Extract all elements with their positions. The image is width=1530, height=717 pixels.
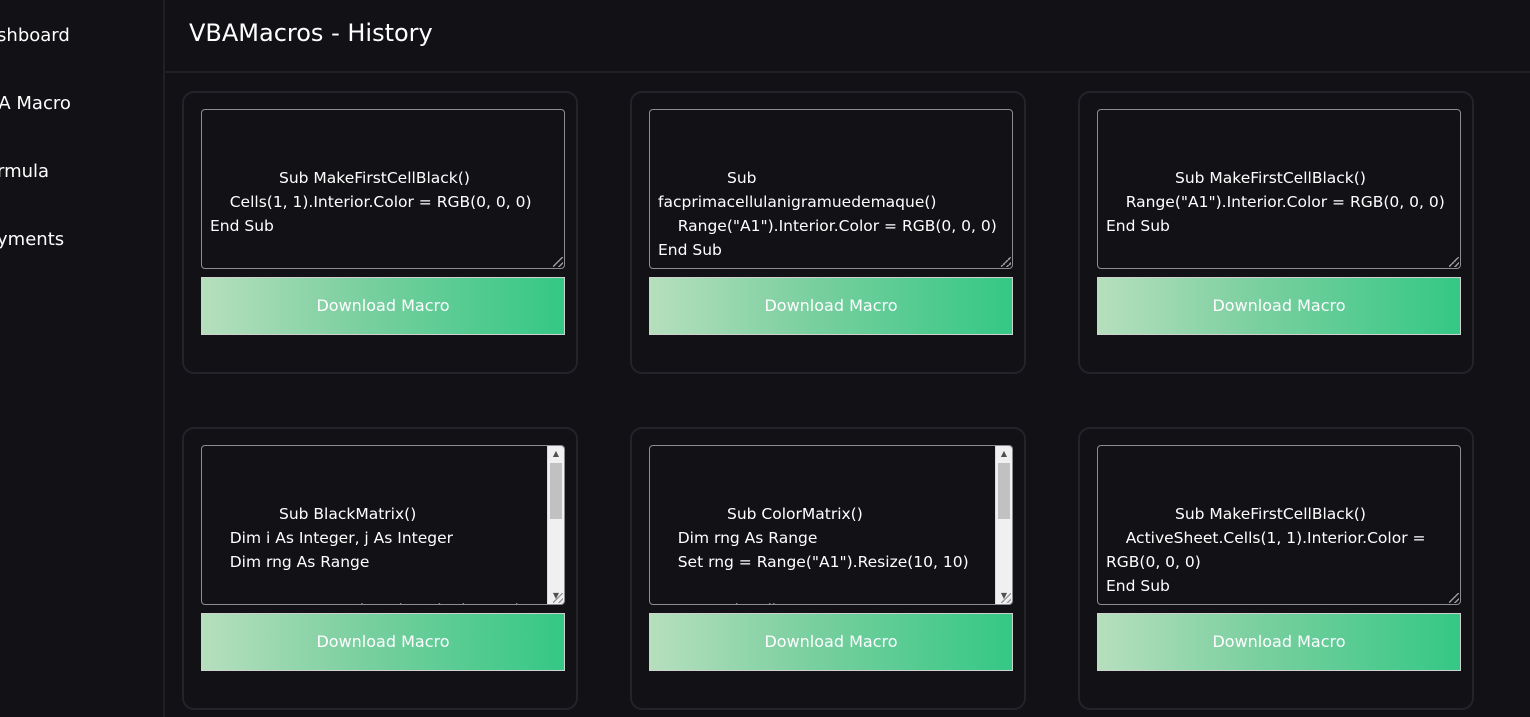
header: VBAMacros - History — [165, 0, 1530, 73]
sidebar-item-dashboard[interactable]: ashboard — [0, 25, 70, 46]
resize-grip-icon[interactable] — [553, 257, 563, 267]
macro-code: Sub facprimacellulanigramuedemaque() Ran… — [658, 169, 997, 259]
macro-code-textarea[interactable]: Sub ColorMatrix() Dim rng As Range Set r… — [649, 445, 1013, 605]
download-macro-button[interactable]: Download Macro — [649, 277, 1013, 335]
macro-card: Sub MakeFirstCellBlack() Cells(1, 1).Int… — [182, 91, 578, 374]
download-macro-button[interactable]: Download Macro — [201, 277, 565, 335]
macro-code-textarea[interactable]: Sub MakeFirstCellBlack() Cells(1, 1).Int… — [201, 109, 565, 269]
macro-card: Sub MakeFirstCellBlack() ActiveSheet.Cel… — [1078, 427, 1474, 710]
scroll-up-arrow-icon[interactable]: ▲ — [996, 446, 1012, 462]
vertical-scrollbar[interactable]: ▲ ▼ — [547, 446, 564, 604]
sidebar-item-formula[interactable]: ormula — [0, 161, 49, 182]
macro-card: Sub BlackMatrix() Dim i As Integer, j As… — [182, 427, 578, 710]
macro-code-textarea[interactable]: Sub facprimacellulanigramuedemaque() Ran… — [649, 109, 1013, 269]
macro-card: Sub facprimacellulanigramuedemaque() Ran… — [630, 91, 1026, 374]
macro-code-textarea[interactable]: Sub MakeFirstCellBlack() Range("A1").Int… — [1097, 109, 1461, 269]
sidebar-item-payments[interactable]: ayments — [0, 229, 64, 250]
resize-grip-icon[interactable] — [1001, 257, 1011, 267]
macro-code: Sub MakeFirstCellBlack() Range("A1").Int… — [1106, 169, 1445, 235]
download-macro-button[interactable]: Download Macro — [1097, 277, 1461, 335]
page-title: VBAMacros - History — [189, 19, 433, 47]
download-macro-button[interactable]: Download Macro — [649, 613, 1013, 671]
macro-code: Sub ColorMatrix() Dim rng As Range Set r… — [677, 505, 969, 604]
macro-code: Sub BlackMatrix() Dim i As Integer, j As… — [229, 505, 521, 604]
download-macro-button[interactable]: Download Macro — [1097, 613, 1461, 671]
resize-grip-icon[interactable] — [553, 593, 563, 603]
macro-code-textarea[interactable]: Sub MakeFirstCellBlack() ActiveSheet.Cel… — [1097, 445, 1461, 605]
sidebar: ashboard BA Macro ormula ayments — [0, 0, 165, 717]
sidebar-item-vba-macro[interactable]: BA Macro — [0, 93, 71, 114]
scroll-up-arrow-icon[interactable]: ▲ — [548, 446, 564, 462]
macro-card: Sub MakeFirstCellBlack() Range("A1").Int… — [1078, 91, 1474, 374]
vertical-scrollbar[interactable]: ▲ ▼ — [995, 446, 1012, 604]
macro-code: Sub MakeFirstCellBlack() Cells(1, 1).Int… — [210, 169, 532, 235]
download-macro-button[interactable]: Download Macro — [201, 613, 565, 671]
scroll-thumb[interactable] — [550, 463, 562, 519]
app: ashboard BA Macro ormula ayments VBAMacr… — [0, 0, 1530, 717]
macro-code: Sub MakeFirstCellBlack() ActiveSheet.Cel… — [1106, 505, 1426, 595]
macro-card: Sub ColorMatrix() Dim rng As Range Set r… — [630, 427, 1026, 710]
macro-code-textarea[interactable]: Sub BlackMatrix() Dim i As Integer, j As… — [201, 445, 565, 605]
resize-grip-icon[interactable] — [1449, 593, 1459, 603]
resize-grip-icon[interactable] — [1449, 257, 1459, 267]
scroll-thumb[interactable] — [998, 463, 1010, 519]
resize-grip-icon[interactable] — [1001, 593, 1011, 603]
